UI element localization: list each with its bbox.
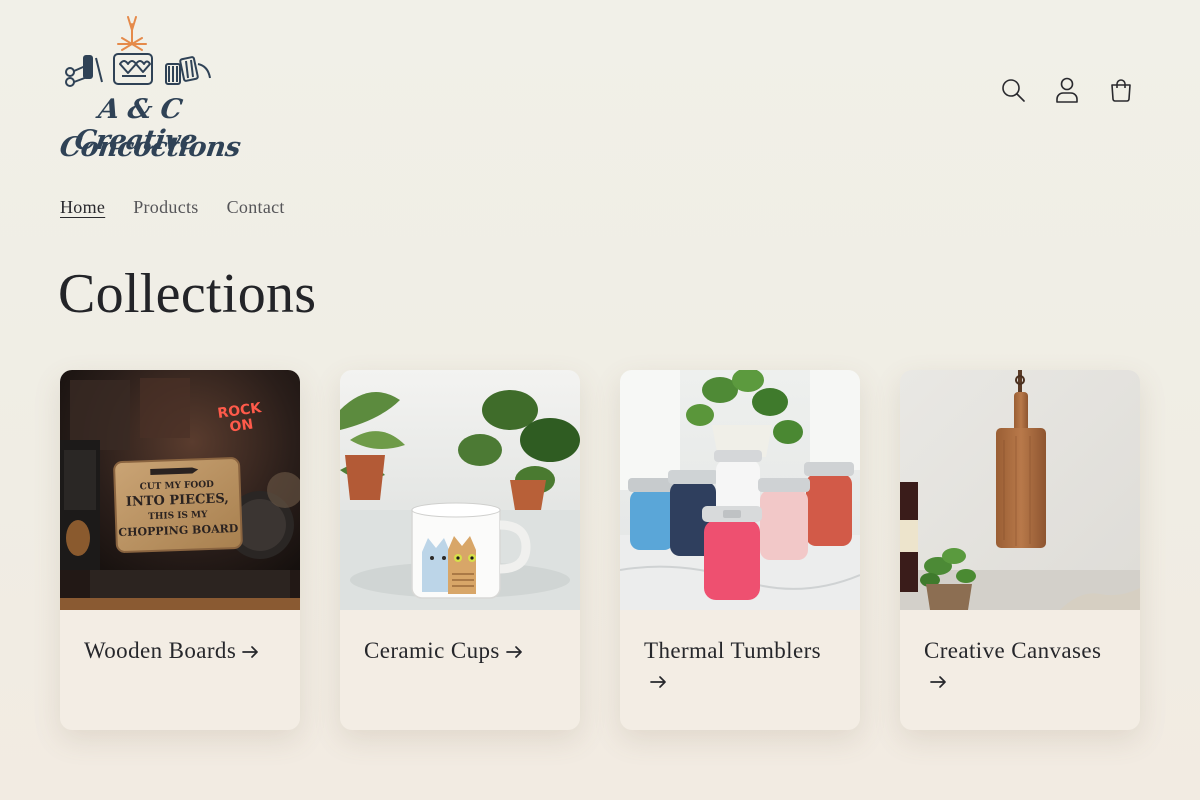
account-icon[interactable] <box>1048 70 1086 110</box>
arrow-right-icon <box>930 676 946 688</box>
collection-card-creative-canvases[interactable]: Creative Canvases <box>900 370 1140 730</box>
collection-card-wooden-boards[interactable]: CUT MY FOOD INTO PIECES, THIS IS MY CHOP… <box>60 370 300 730</box>
collection-card-ceramic-cups[interactable]: Ceramic Cups <box>340 370 580 730</box>
nav-link-home[interactable]: Home <box>60 197 105 218</box>
arrow-right-icon <box>650 676 666 688</box>
collection-title: Thermal Tumblers <box>644 636 836 696</box>
header-icons <box>994 70 1140 110</box>
logo-text-line2: Concoctions <box>57 132 243 163</box>
cart-icon[interactable] <box>1102 70 1140 110</box>
nav-link-contact[interactable]: Contact <box>227 197 285 218</box>
nav-link-products[interactable]: Products <box>133 197 198 218</box>
collection-title: Ceramic Cups <box>364 636 556 666</box>
arrow-right-icon <box>242 646 259 658</box>
collection-image-creative-canvases <box>900 370 1140 610</box>
collection-image-wooden-boards: CUT MY FOOD INTO PIECES, THIS IS MY CHOP… <box>60 370 300 610</box>
collection-image-ceramic-cups <box>340 370 580 610</box>
collection-label: Ceramic Cups <box>364 638 500 663</box>
collection-card-thermal-tumblers[interactable]: Thermal Tumblers <box>620 370 860 730</box>
neon-sign-line2: ON <box>229 416 255 435</box>
brand-logo[interactable]: A & C Creative Concoctions <box>57 14 243 170</box>
collection-label: Wooden Boards <box>84 638 237 663</box>
collection-image-thermal-tumblers <box>620 370 860 610</box>
collections-grid: CUT MY FOOD INTO PIECES, THIS IS MY CHOP… <box>60 370 1140 730</box>
collection-label: Thermal Tumblers <box>644 638 821 663</box>
logo-craft-icon <box>65 16 211 87</box>
site-header: A & C Creative Concoctions <box>0 0 1200 180</box>
search-icon[interactable] <box>994 70 1032 110</box>
collection-title: Wooden Boards <box>84 636 276 666</box>
arrow-right-icon <box>505 646 522 658</box>
page: A & C Creative Concoctions Home Products… <box>0 0 1200 800</box>
collection-label: Creative Canvases <box>924 638 1102 663</box>
collection-title: Creative Canvases <box>924 636 1116 696</box>
page-title: Collections <box>58 263 317 325</box>
board-text-3: THIS IS MY <box>148 510 208 522</box>
main-nav: Home Products Contact <box>60 197 285 218</box>
